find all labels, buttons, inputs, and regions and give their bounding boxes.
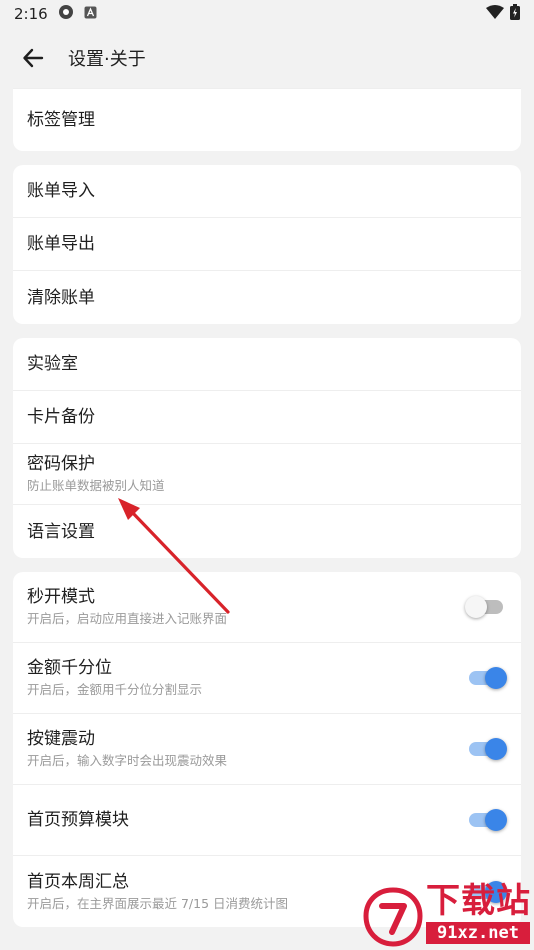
status-bar: 2:16 bbox=[0, 0, 534, 28]
a-notification-icon bbox=[84, 5, 97, 23]
settings-item-title: 语言设置 bbox=[27, 521, 95, 542]
settings-item-import-bills[interactable]: 账单导入 bbox=[13, 165, 521, 218]
app-bar: 设置·关于 bbox=[0, 28, 534, 88]
settings-item-title: 密码保护 bbox=[27, 454, 95, 474]
settings-item-title: 金额千分位 bbox=[27, 658, 112, 678]
watermark-logo: 下载站 91xz.net bbox=[362, 880, 534, 950]
settings-item-card-backup[interactable]: 卡片备份 bbox=[13, 391, 521, 444]
settings-item-title: 卡片备份 bbox=[27, 407, 95, 427]
watermark-emblem-icon bbox=[363, 887, 423, 947]
home-budget-toggle[interactable] bbox=[469, 809, 507, 831]
settings-item-subtitle: 开启后，输入数字时会出现震动效果 bbox=[27, 753, 228, 768]
battery-icon bbox=[510, 4, 520, 24]
quick-open-toggle[interactable] bbox=[465, 596, 503, 618]
settings-list: 标签管理 账单导入 账单导出 清除账单 实验室 卡片备份 密码保护 防止账单数据… bbox=[13, 88, 521, 941]
settings-item-title: 按键震动 bbox=[27, 729, 95, 749]
settings-item-tag-management[interactable]: 标签管理 bbox=[13, 88, 521, 151]
settings-item-export-bills[interactable]: 账单导出 bbox=[13, 218, 521, 271]
settings-item-home-budget[interactable]: 首页预算模块 bbox=[13, 785, 521, 856]
settings-item-subtitle: 防止账单数据被别人知道 bbox=[27, 478, 165, 493]
settings-item-subtitle: 开启后，启动应用直接进入记账界面 bbox=[27, 611, 228, 626]
thousands-separator-toggle[interactable] bbox=[469, 667, 507, 689]
watermark-url: 91xz.net bbox=[426, 922, 530, 944]
app-notification-icon bbox=[58, 4, 74, 24]
settings-group-tags: 标签管理 bbox=[13, 88, 521, 151]
settings-item-password-protection[interactable]: 密码保护 防止账单数据被别人知道 bbox=[13, 444, 521, 505]
settings-group-toggles: 秒开模式 开启后，启动应用直接进入记账界面 金额千分位 开启后，金额用千分位分割… bbox=[13, 572, 521, 927]
settings-item-language[interactable]: 语言设置 bbox=[13, 505, 521, 558]
settings-item-title: 账单导出 bbox=[27, 234, 95, 254]
status-time: 2:16 bbox=[14, 5, 48, 23]
settings-item-lab[interactable]: 实验室 bbox=[13, 338, 521, 391]
wifi-icon bbox=[486, 5, 504, 23]
settings-item-key-vibration[interactable]: 按键震动 开启后，输入数字时会出现震动效果 bbox=[13, 714, 521, 785]
settings-item-quick-open[interactable]: 秒开模式 开启后，启动应用直接进入记账界面 bbox=[13, 572, 521, 643]
settings-item-title: 账单导入 bbox=[27, 181, 95, 201]
settings-item-title: 标签管理 bbox=[27, 110, 95, 130]
settings-group-general: 实验室 卡片备份 密码保护 防止账单数据被别人知道 语言设置 bbox=[13, 338, 521, 558]
settings-item-subtitle: 开启后，金额用千分位分割显示 bbox=[27, 682, 203, 697]
settings-item-title: 秒开模式 bbox=[27, 587, 95, 607]
settings-item-thousands-separator[interactable]: 金额千分位 开启后，金额用千分位分割显示 bbox=[13, 643, 521, 714]
settings-item-clear-bills[interactable]: 清除账单 bbox=[13, 271, 521, 324]
settings-item-title: 首页预算模块 bbox=[27, 810, 129, 830]
key-vibration-toggle[interactable] bbox=[469, 738, 507, 760]
settings-group-bills: 账单导入 账单导出 清除账单 bbox=[13, 165, 521, 324]
page-title: 设置·关于 bbox=[68, 49, 146, 70]
back-arrow-icon[interactable] bbox=[20, 45, 46, 71]
watermark-brand: 下载站 bbox=[426, 881, 531, 921]
settings-item-title: 清除账单 bbox=[27, 287, 95, 308]
settings-item-title: 实验室 bbox=[27, 354, 78, 374]
